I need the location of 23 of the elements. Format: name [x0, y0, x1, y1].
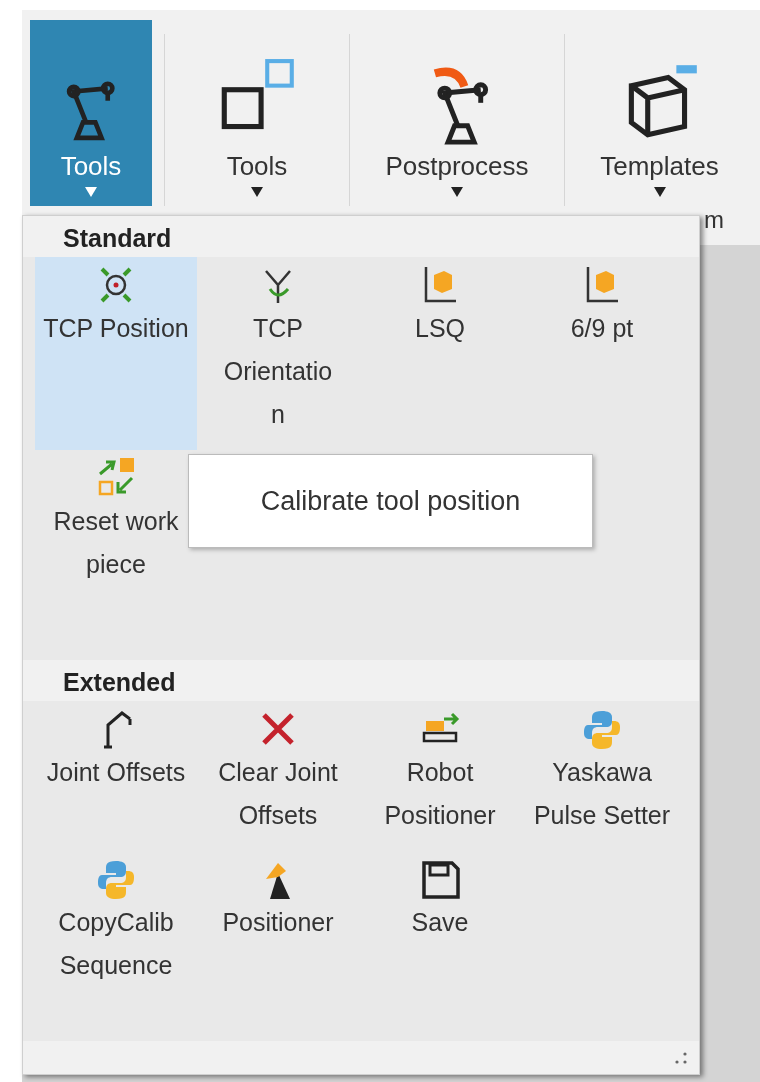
menu-item[interactable]: CopyCalib Sequence — [35, 851, 197, 1001]
group-label: m — [704, 206, 724, 234]
section-header: Extended — [23, 660, 699, 701]
caret-icon — [450, 186, 464, 198]
menu-item[interactable]: TCP Position — [35, 257, 197, 450]
menu-item[interactable]: LSQ — [359, 257, 521, 450]
caret-icon — [652, 186, 667, 198]
menu-item[interactable]: Robot Positioner — [359, 701, 521, 851]
menu-item[interactable]: TCP Orientation — [197, 257, 359, 450]
menu-item[interactable]: Positioner — [197, 851, 359, 1001]
menu-item[interactable]: Yaskawa Pulse Setter — [521, 701, 683, 851]
ribbon-button[interactable]: Templates — [577, 20, 742, 206]
menu-item[interactable]: Clear Joint Offsets — [197, 701, 359, 851]
menu-item[interactable]: Joint Offsets — [35, 701, 197, 851]
ribbon-button[interactable]: Tools — [30, 20, 152, 206]
caret-icon — [84, 186, 98, 198]
tooltip: Calibrate tool position — [188, 454, 593, 548]
section-header: Standard — [23, 216, 699, 257]
menu-item[interactable]: 6/9 pt — [521, 257, 683, 450]
menu-item[interactable]: Save — [359, 851, 521, 1001]
ribbon-button[interactable]: Tools — [177, 20, 337, 206]
caret-icon — [250, 186, 264, 198]
ribbon-button[interactable]: Postprocess — [362, 20, 552, 206]
